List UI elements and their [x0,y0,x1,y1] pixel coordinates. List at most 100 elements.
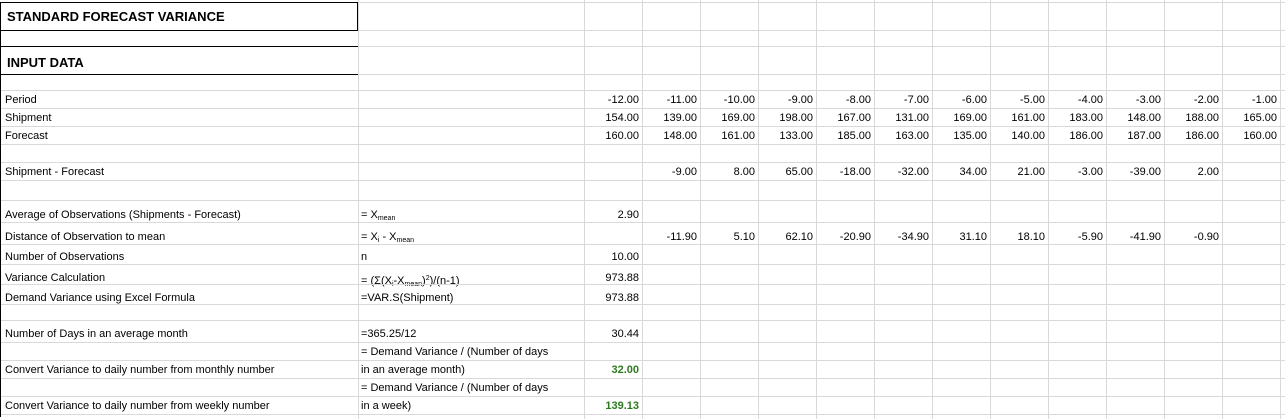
diff-cell[interactable]: -39.00 [1106,166,1164,179]
period-cell[interactable]: -6.00 [932,94,990,107]
period-cell[interactable]: -7.00 [874,94,932,107]
dist-cell[interactable]: -34.90 [874,231,932,244]
formula-avg-text: = X [361,209,378,221]
grid-col-line [700,0,701,419]
dist-cell[interactable]: -41.90 [1106,231,1164,244]
grid-row-line [0,304,1285,305]
period-cell[interactable]: -3.00 [1106,94,1164,107]
sheet-title[interactable]: STANDARD FORECAST VARIANCE [2,10,228,23]
forecast-cell[interactable]: 160.00 [1222,130,1280,143]
grid-col-line [990,0,991,419]
shipment-cell[interactable]: 183.00 [1048,112,1106,125]
dist-cell[interactable]: 5.10 [700,231,758,244]
spreadsheet-grid: STANDARD FORECAST VARIANCE INPUT DATA Pe… [0,0,1285,419]
shipment-cell[interactable]: 139.00 [642,112,700,125]
value-daily-monthly[interactable]: 32.00 [584,364,642,377]
dist-cell[interactable]: 62.10 [758,231,816,244]
grid-col-line [1048,0,1049,419]
forecast-cell[interactable]: 185.00 [816,130,874,143]
forecast-cell[interactable]: 187.00 [1106,130,1164,143]
grid-row-line [0,414,1285,415]
dist-cell[interactable]: 31.10 [932,231,990,244]
row-label-forecast[interactable]: Forecast [2,130,51,143]
section-label[interactable]: INPUT DATA [2,56,87,69]
shipment-cell[interactable]: 148.00 [1106,112,1164,125]
row-label-avg[interactable]: Average of Observations (Shipments - For… [2,209,244,222]
shipment-cell[interactable]: 169.00 [700,112,758,125]
forecast-cell[interactable]: 161.00 [700,130,758,143]
cell-border [0,2,1,417]
formula-days[interactable]: =365.25/12 [358,328,419,341]
diff-cell[interactable]: 21.00 [990,166,1048,179]
row-label-period[interactable]: Period [2,94,40,107]
diff-cell[interactable]: -18.00 [816,166,874,179]
diff-cell[interactable]: -3.00 [1048,166,1106,179]
period-cell[interactable]: -5.00 [990,94,1048,107]
diff-cell[interactable]: -9.00 [642,166,700,179]
period-cell[interactable]: -2.00 [1164,94,1222,107]
dist-cell[interactable]: 18.10 [990,231,1048,244]
shipment-cell[interactable]: 165.00 [1222,112,1280,125]
diff-cell[interactable]: -32.00 [874,166,932,179]
row-label-nobs[interactable]: Number of Observations [2,251,127,264]
formula-var-b: -X [393,275,405,287]
formula-nobs[interactable]: n [358,251,370,264]
row-label-diff[interactable]: Shipment - Forecast [2,166,107,179]
cell-border [0,46,358,47]
grid-row-line [0,342,1285,343]
forecast-cell[interactable]: 186.00 [1048,130,1106,143]
diff-cell[interactable]: 2.00 [1164,166,1222,179]
grid-row-line [0,396,1285,397]
forecast-cell[interactable]: 135.00 [932,130,990,143]
formula-daily-weekly-line2: in a week) [361,400,412,412]
row-label-days[interactable]: Number of Days in an average month [2,328,191,341]
forecast-cell[interactable]: 160.00 [584,130,642,143]
grid-col-line [1280,0,1281,419]
grid-col-line [1106,0,1107,419]
row-label-dist[interactable]: Distance of Observation to mean [2,231,168,244]
value-daily-weekly[interactable]: 139.13 [584,400,642,413]
forecast-cell[interactable]: 148.00 [642,130,700,143]
formula-daily-monthly-line1[interactable]: = Demand Variance / (Number of days [358,346,551,359]
dist-cell[interactable]: -0.90 [1164,231,1222,244]
grid-row-line [0,360,1285,361]
forecast-cell[interactable]: 133.00 [758,130,816,143]
grid-col-line [1164,0,1165,419]
diff-cell[interactable]: 65.00 [758,166,816,179]
formula-dist-2-sub: mean [396,237,415,244]
period-cell[interactable]: -8.00 [816,94,874,107]
value-nobs[interactable]: 10.00 [584,251,642,264]
dist-cell[interactable]: -11.90 [642,231,700,244]
period-cell[interactable]: -4.00 [1048,94,1106,107]
value-avg[interactable]: 2.90 [584,209,642,222]
period-cell[interactable]: -10.00 [700,94,758,107]
row-label-daily-monthly[interactable]: Convert Variance to daily number from mo… [2,364,277,377]
dist-cell[interactable]: -20.90 [816,231,874,244]
grid-row-line [0,222,1285,223]
forecast-cell[interactable]: 140.00 [990,130,1048,143]
forecast-cell[interactable]: 186.00 [1164,130,1222,143]
shipment-cell[interactable]: 154.00 [584,112,642,125]
shipment-cell[interactable]: 167.00 [816,112,874,125]
cell-border [0,30,358,31]
dist-cell[interactable]: -5.90 [1048,231,1106,244]
grid-row-line [0,284,1285,285]
formula-daily-weekly-line1[interactable]: = Demand Variance / (Number of days [358,382,551,395]
period-cell[interactable]: -11.00 [642,94,700,107]
shipment-cell[interactable]: 131.00 [874,112,932,125]
row-label-shipment[interactable]: Shipment [2,112,54,125]
forecast-cell[interactable]: 163.00 [874,130,932,143]
formula-var[interactable]: = (Σ(Xi-Xmean)2)/(n-1) [358,272,463,291]
shipment-cell[interactable]: 169.00 [932,112,990,125]
value-days[interactable]: 30.44 [584,328,642,341]
diff-cell[interactable]: 34.00 [932,166,990,179]
cell-border [0,2,358,3]
period-cell[interactable]: -1.00 [1222,94,1280,107]
diff-cell[interactable]: 8.00 [700,166,758,179]
shipment-cell[interactable]: 161.00 [990,112,1048,125]
period-cell[interactable]: -12.00 [584,94,642,107]
row-label-daily-weekly[interactable]: Convert Variance to daily number from we… [2,400,273,413]
shipment-cell[interactable]: 188.00 [1164,112,1222,125]
shipment-cell[interactable]: 198.00 [758,112,816,125]
period-cell[interactable]: -9.00 [758,94,816,107]
